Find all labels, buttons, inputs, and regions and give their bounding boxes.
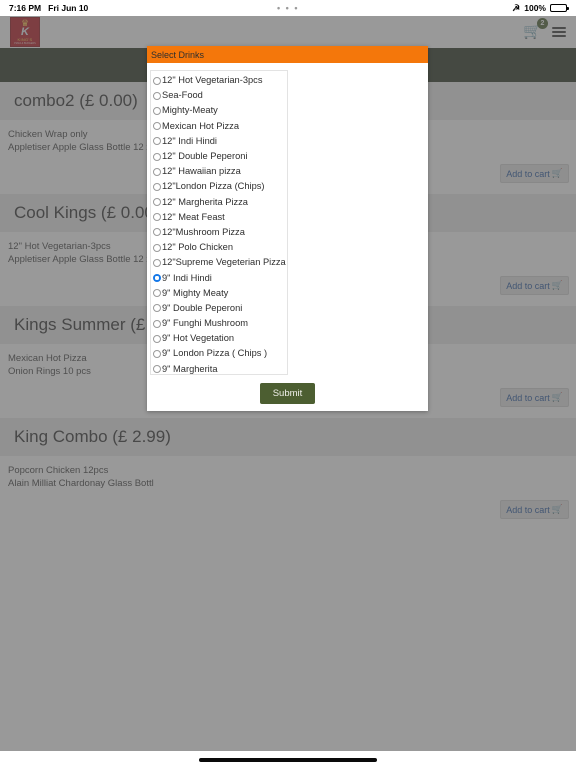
drink-option-row[interactable]: 12" Hot Vegetarian-3pcs bbox=[153, 73, 287, 88]
drink-option-label: 12" Meat Feast bbox=[162, 211, 225, 222]
radio-button[interactable] bbox=[153, 304, 161, 313]
drink-option-row[interactable]: 12" Margherita Pizza bbox=[153, 195, 287, 210]
radio-button[interactable] bbox=[153, 106, 161, 115]
radio-button[interactable] bbox=[153, 137, 161, 146]
radio-button-selected[interactable] bbox=[153, 274, 161, 283]
battery-icon bbox=[550, 4, 569, 12]
drink-option-label: Mighty-Meaty bbox=[162, 105, 218, 116]
drink-option-label: 12" Hot Vegetarian-3pcs bbox=[162, 75, 263, 86]
radio-button[interactable] bbox=[153, 91, 161, 100]
drink-option-row[interactable]: 12"Mushroom Pizza bbox=[153, 225, 287, 240]
drink-option-row[interactable]: 12" Hawaiian pizza bbox=[153, 164, 287, 179]
radio-button[interactable] bbox=[153, 334, 161, 343]
drink-option-label: 9" London Pizza ( Chips ) bbox=[162, 348, 268, 359]
drink-option-row[interactable]: 12"London Pizza (Chips) bbox=[153, 179, 287, 194]
drink-option-row[interactable]: 9" London Pizza ( Chips ) bbox=[153, 346, 287, 361]
drink-option-row[interactable]: Mighty-Meaty bbox=[153, 103, 287, 118]
drink-option-label: Sea-Food bbox=[162, 90, 203, 101]
drink-option-label: 9" Hot Vegetation bbox=[162, 333, 235, 344]
drink-option-row[interactable]: 9" Margherita bbox=[153, 362, 287, 374]
radio-button[interactable] bbox=[153, 213, 161, 222]
drink-option-row[interactable]: 9" Hot Vegetation bbox=[153, 331, 287, 346]
drink-option-row[interactable]: 9" Funghi Mushroom bbox=[153, 316, 287, 331]
drink-option-row[interactable]: Mexican Hot Pizza bbox=[153, 119, 287, 134]
radio-button[interactable] bbox=[153, 122, 161, 131]
status-bar-time: 7:16 PM bbox=[9, 3, 42, 13]
drink-option-label: 9" Funghi Mushroom bbox=[162, 318, 248, 329]
radio-button[interactable] bbox=[153, 228, 161, 237]
drink-option-row[interactable]: 12" Double Peperoni bbox=[153, 149, 287, 164]
ios-status-bar: 7:16 PM Fri Jun 10 • • • ☭ 100% bbox=[0, 0, 576, 16]
radio-button[interactable] bbox=[153, 243, 161, 252]
radio-button[interactable] bbox=[153, 198, 161, 207]
drink-option-label: 9" Margherita bbox=[162, 363, 218, 374]
battery-percent-label: 100% bbox=[524, 3, 546, 13]
radio-button[interactable] bbox=[153, 258, 161, 267]
home-indicator-area bbox=[0, 751, 576, 768]
drink-option-label: 12"Mushroom Pizza bbox=[162, 226, 245, 237]
drink-option-row[interactable]: 9" Indi Hindi bbox=[153, 270, 287, 285]
select-drinks-modal: Select Drinks 12" Hot Vegetarian-3pcs Sea… bbox=[147, 46, 428, 411]
drink-option-label: 12" Polo Chicken bbox=[162, 242, 234, 253]
drink-option-label: 9" Indi Hindi bbox=[162, 272, 212, 283]
drink-option-row[interactable]: 12" Polo Chicken bbox=[153, 240, 287, 255]
radio-button[interactable] bbox=[153, 152, 161, 161]
drink-option-label: 12"Supreme Vegeterian Pizza bbox=[162, 257, 286, 268]
radio-button[interactable] bbox=[153, 76, 161, 85]
modal-body: 12" Hot Vegetarian-3pcs Sea-Food Mighty-Me… bbox=[147, 63, 428, 375]
wifi-icon: ☭ bbox=[512, 2, 521, 13]
status-bar-date: Fri Jun 10 bbox=[48, 3, 89, 13]
drink-option-row[interactable]: Sea-Food bbox=[153, 88, 287, 103]
submit-button[interactable]: Submit bbox=[259, 382, 316, 404]
status-bar-right: ☭ 100% bbox=[512, 2, 569, 13]
drink-options-list[interactable]: 12" Hot Vegetarian-3pcs Sea-Food Mighty-Me… bbox=[150, 70, 288, 375]
radio-button[interactable] bbox=[153, 349, 161, 358]
radio-button[interactable] bbox=[153, 167, 161, 176]
drink-option-label: 12"London Pizza (Chips) bbox=[162, 181, 265, 192]
modal-footer: Submit bbox=[147, 375, 428, 411]
drink-option-label: 9" Mighty Meaty bbox=[162, 287, 229, 298]
drink-option-label: 12" Hawaiian pizza bbox=[162, 166, 241, 177]
radio-button[interactable] bbox=[153, 289, 161, 298]
drink-option-label: 12" Indi Hindi bbox=[162, 135, 217, 146]
drink-option-label: 9" Double Peperoni bbox=[162, 302, 243, 313]
radio-button[interactable] bbox=[153, 319, 161, 328]
drink-option-row[interactable]: 12" Indi Hindi bbox=[153, 134, 287, 149]
modal-header: Select Drinks bbox=[147, 46, 428, 63]
drink-option-row[interactable]: 12"Supreme Vegeterian Pizza bbox=[153, 255, 287, 270]
drink-option-label: Mexican Hot Pizza bbox=[162, 120, 239, 131]
drink-option-row[interactable]: 9" Mighty Meaty bbox=[153, 286, 287, 301]
drink-option-label: 12" Double Peperoni bbox=[162, 151, 248, 162]
drink-option-label: 12" Margherita Pizza bbox=[162, 196, 248, 207]
modal-title: Select Drinks bbox=[151, 49, 205, 60]
radio-button[interactable] bbox=[153, 182, 161, 191]
drink-option-row[interactable]: 9" Double Peperoni bbox=[153, 301, 287, 316]
home-indicator-bar[interactable] bbox=[199, 757, 377, 762]
drink-option-row[interactable]: 12" Meat Feast bbox=[153, 210, 287, 225]
status-bar-left: 7:16 PM Fri Jun 10 bbox=[9, 3, 88, 13]
radio-button[interactable] bbox=[153, 365, 161, 374]
